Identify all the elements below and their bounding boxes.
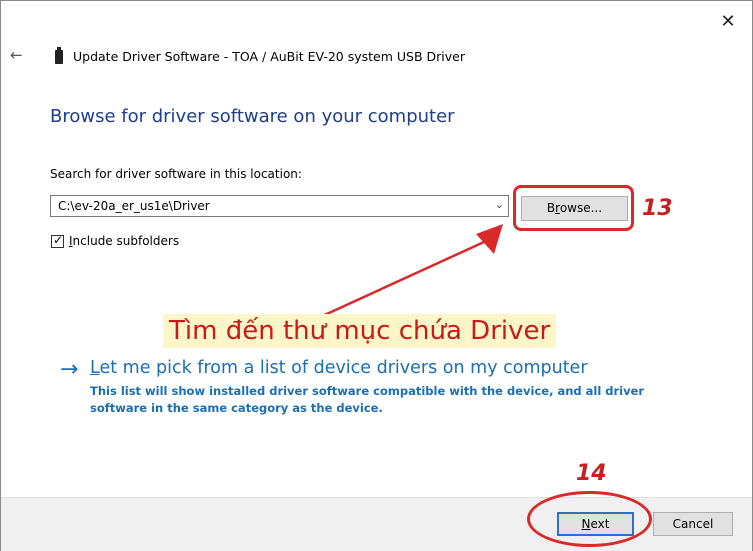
cancel-button[interactable]: Cancel xyxy=(653,512,733,536)
pick-from-list-link[interactable]: Let me pick from a list of device driver… xyxy=(90,358,588,378)
step-14-label: 14 xyxy=(576,461,607,486)
pick-from-list-description: This list will show installed driver sof… xyxy=(90,384,645,415)
annotation-arrow xyxy=(317,224,503,320)
next-highlight-ring xyxy=(527,491,652,547)
annotation-arrow-head xyxy=(476,224,503,254)
annotation-arrow-line xyxy=(317,240,485,320)
link-arrow-icon: → xyxy=(60,357,79,382)
annotation-instruction: Tìm đến thư mục chứa Driver xyxy=(163,314,557,348)
